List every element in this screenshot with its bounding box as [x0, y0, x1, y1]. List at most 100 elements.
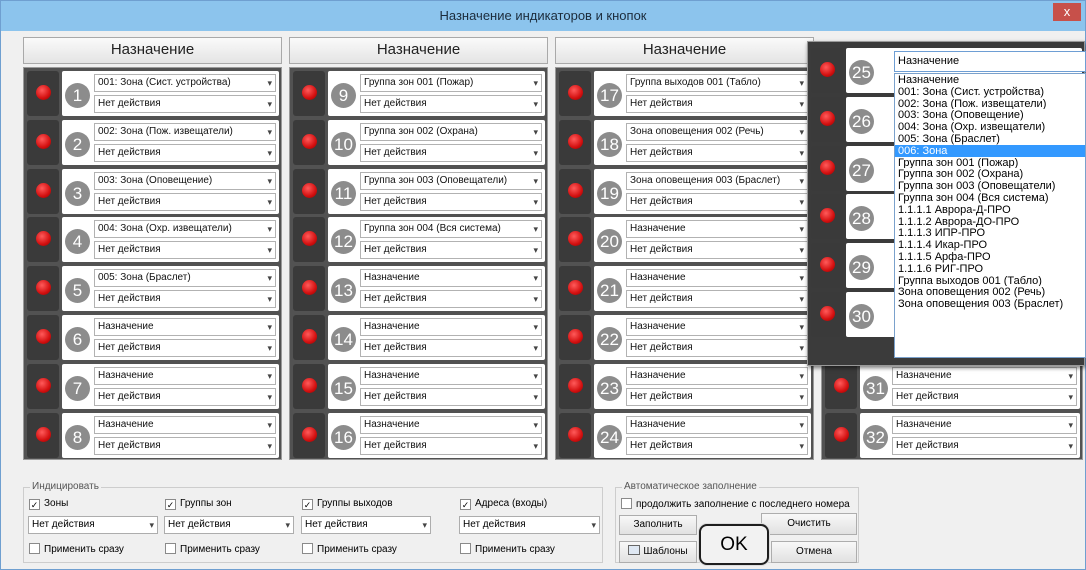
assignment-dropdown-list[interactable]: Назначение 001: Зона (Сист. устройства) 00…	[894, 73, 1086, 358]
indicator-led-button[interactable]	[27, 119, 59, 165]
dropdown-option[interactable]: 001: Зона (Сист. устройства)	[895, 86, 1085, 98]
dropdown-option[interactable]: Назначение	[895, 74, 1085, 86]
dropdown-option[interactable]: Зона оповещения 003 (Браслет)	[895, 298, 1085, 310]
apply-immediately-checkbox[interactable]: Применить сразу	[302, 543, 397, 556]
indicator-led-button[interactable]	[559, 315, 591, 360]
action-select[interactable]: Нет действия ▾	[94, 290, 276, 309]
assignment-select[interactable]: Назначение ▾	[626, 269, 808, 288]
assignment-select[interactable]: Назначение ▾	[94, 415, 276, 434]
action-select[interactable]: Нет действия ▾	[626, 290, 808, 309]
dropdown-option[interactable]: 1.1.1.4 Икар-ПРО	[895, 239, 1085, 251]
assignment-select[interactable]: Группа зон 003 (Оповещатели) ▾	[360, 171, 542, 190]
indicate-checkbox[interactable]: ✓ Зоны	[29, 497, 68, 510]
indicator-led-button[interactable]	[811, 96, 843, 142]
action-select[interactable]: Нет действия ▾	[94, 436, 276, 455]
indicator-led-button[interactable]	[825, 412, 857, 458]
indicator-led-button[interactable]	[293, 119, 325, 165]
indicator-led-button[interactable]	[559, 266, 591, 312]
dropdown-option[interactable]: 002: Зона (Пож. извещатели)	[895, 98, 1085, 110]
indicator-led-button[interactable]	[293, 412, 325, 458]
indicator-led-button[interactable]	[293, 71, 325, 116]
assignment-select[interactable]: Назначение ▾	[94, 366, 276, 385]
assignment-select[interactable]: Назначение ▾	[626, 318, 808, 336]
action-select[interactable]: Нет действия ▾	[626, 436, 808, 455]
action-select[interactable]: Нет действия ▾	[360, 143, 542, 162]
action-select[interactable]: Нет действия ▾	[94, 192, 276, 211]
action-select[interactable]: Нет действия ▾	[360, 241, 542, 260]
indicator-led-button[interactable]	[811, 48, 843, 93]
action-select[interactable]: Нет действия ▾	[892, 387, 1077, 406]
indicate-checkbox[interactable]: ✓ Группы выходов	[302, 497, 393, 510]
indicator-led-button[interactable]	[811, 194, 843, 240]
dropdown-option[interactable]: Группа зон 003 (Оповещатели)	[895, 180, 1085, 192]
assignment-select[interactable]: Назначение ▾	[360, 269, 542, 288]
indicate-action-select[interactable]: Нет действия ▾	[28, 516, 158, 534]
dropdown-option[interactable]: 006: Зона	[895, 144, 1085, 157]
action-select[interactable]: Нет действия ▾	[94, 241, 276, 260]
dropdown-option[interactable]: 1.1.1.6 РИГ-ПРО	[895, 263, 1085, 275]
indicate-action-select[interactable]: Нет действия ▾	[459, 516, 600, 534]
assignment-select[interactable]: Назначение ▾	[626, 220, 808, 239]
assignment-select[interactable]: 002: Зона (Пож. извещатели) ▾	[94, 122, 276, 141]
indicator-led-button[interactable]	[811, 145, 843, 191]
indicator-led-button[interactable]	[559, 412, 591, 458]
indicator-led-button[interactable]	[293, 315, 325, 360]
dropdown-option[interactable]: Группа зон 002 (Охрана)	[895, 168, 1085, 180]
indicator-led-button[interactable]	[27, 168, 59, 214]
dropdown-option[interactable]: Группа зон 004 (Вся система)	[895, 192, 1085, 204]
dropdown-option[interactable]: Группа зон 001 (Пожар)	[895, 157, 1085, 169]
action-select[interactable]: Нет действия ▾	[626, 387, 808, 406]
action-select[interactable]: Нет действия ▾	[94, 339, 276, 357]
check-icon[interactable]: ✓	[460, 499, 471, 510]
assignment-select[interactable]: 001: Зона (Сист. устройства) ▾	[94, 74, 276, 92]
action-select[interactable]: Нет действия ▾	[892, 436, 1077, 455]
dropdown-option[interactable]: Зона оповещения 002 (Речь)	[895, 286, 1085, 298]
assignment-combo-input[interactable]: Назначение	[894, 51, 1086, 72]
dropdown-option[interactable]: 005: Зона (Браслет)	[895, 133, 1085, 145]
indicator-led-button[interactable]	[27, 71, 59, 116]
action-select[interactable]: Нет действия ▾	[94, 143, 276, 162]
indicator-led-button[interactable]	[293, 266, 325, 312]
action-select[interactable]: Нет действия ▾	[360, 387, 542, 406]
assignment-select[interactable]: 004: Зона (Охр. извещатели) ▾	[94, 220, 276, 239]
assignment-select[interactable]: Группа зон 001 (Пожар) ▾	[360, 74, 542, 92]
checkbox-box[interactable]	[460, 543, 471, 554]
indicator-led-button[interactable]	[293, 217, 325, 263]
dropdown-option[interactable]: 1.1.1.2 Аврора-ДО-ПРО	[895, 216, 1085, 228]
assignment-select[interactable]: Группа зон 002 (Охрана) ▾	[360, 122, 542, 141]
indicator-led-button[interactable]	[27, 315, 59, 360]
indicator-led-button[interactable]	[293, 168, 325, 214]
apply-immediately-checkbox[interactable]: Применить сразу	[165, 543, 260, 556]
indicate-action-select[interactable]: Нет действия ▾	[164, 516, 294, 534]
assignment-select[interactable]: Зона оповещения 003 (Браслет) ▾	[626, 171, 808, 190]
action-select[interactable]: Нет действия ▾	[360, 192, 542, 211]
checkbox-box[interactable]	[165, 543, 176, 554]
fill-button[interactable]: Заполнить	[619, 515, 697, 535]
check-icon[interactable]: ✓	[29, 499, 40, 510]
check-icon[interactable]: ✓	[165, 499, 176, 510]
action-select[interactable]: Нет действия ▾	[626, 339, 808, 357]
indicate-action-select[interactable]: Нет действия ▾	[301, 516, 431, 534]
assignment-select[interactable]: Назначение ▾	[892, 366, 1077, 385]
checkbox-box[interactable]	[302, 543, 313, 554]
assignment-select[interactable]: Назначение ▾	[626, 415, 808, 434]
indicator-led-button[interactable]	[811, 292, 843, 337]
action-select[interactable]: Нет действия ▾	[626, 143, 808, 162]
indicator-led-button[interactable]	[27, 363, 59, 409]
indicator-led-button[interactable]	[559, 363, 591, 409]
assignment-select[interactable]: Назначение ▾	[892, 415, 1077, 434]
assignment-select[interactable]: Группа выходов 001 (Табло) ▾	[626, 74, 808, 92]
dropdown-option[interactable]: Группа выходов 001 (Табло)	[895, 275, 1085, 287]
clear-button[interactable]: Очистить	[761, 513, 857, 535]
assignment-select[interactable]: Назначение ▾	[94, 318, 276, 336]
close-button[interactable]: x	[1053, 3, 1081, 21]
indicator-led-button[interactable]	[27, 217, 59, 263]
indicator-led-button[interactable]	[825, 363, 857, 409]
assignment-select[interactable]: Группа зон 004 (Вся система) ▾	[360, 220, 542, 239]
indicator-led-button[interactable]	[559, 217, 591, 263]
assignment-select[interactable]: Зона оповещения 002 (Речь) ▾	[626, 122, 808, 141]
indicator-led-button[interactable]	[559, 168, 591, 214]
dropdown-option[interactable]: 1.1.1.3 ИПР-ПРО	[895, 227, 1085, 239]
assignment-select[interactable]: Назначение ▾	[626, 366, 808, 385]
indicator-led-button[interactable]	[293, 363, 325, 409]
